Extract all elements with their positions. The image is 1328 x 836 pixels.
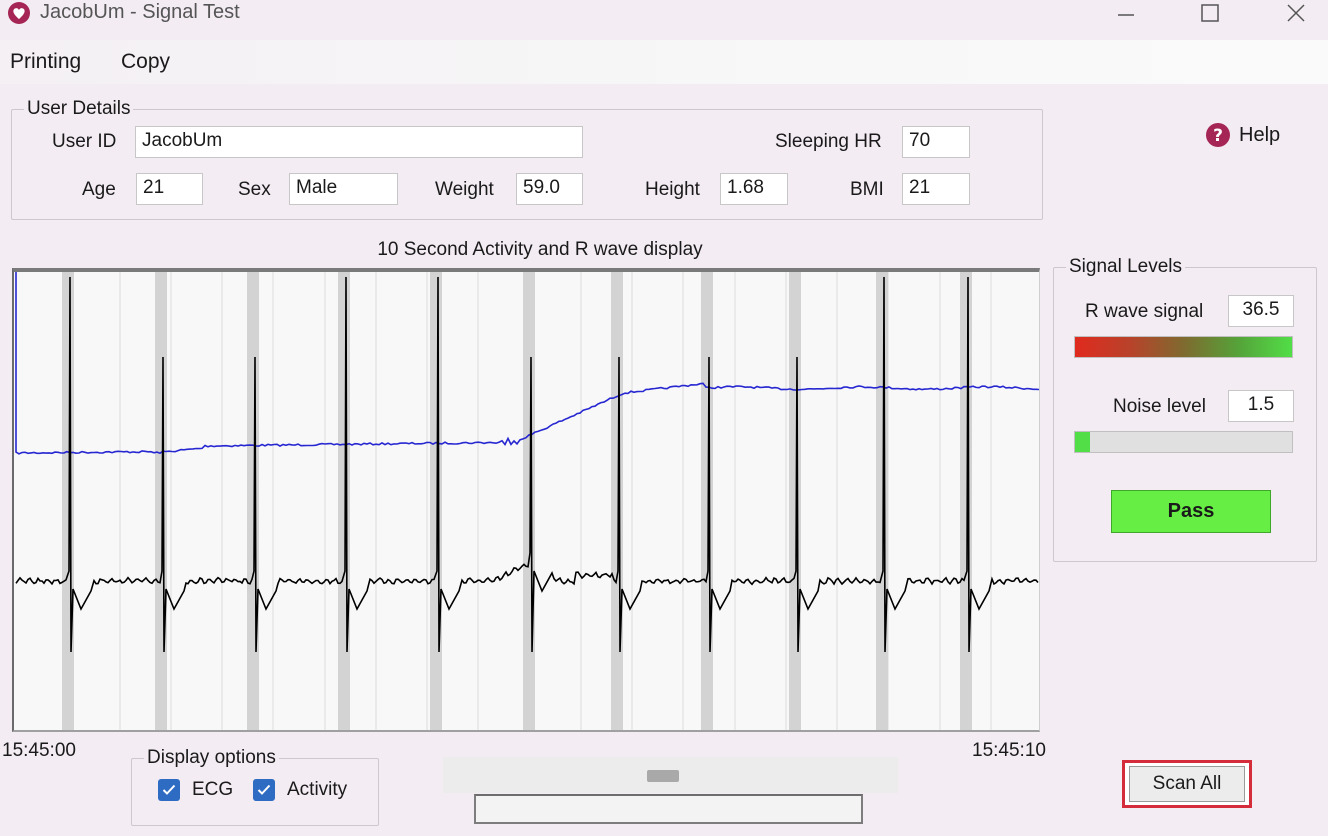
svg-text:?: ?: [1213, 126, 1223, 146]
window-title: JacobUm - Signal Test: [40, 1, 240, 23]
progress-box: [474, 794, 863, 824]
chart-plot: [15, 272, 1039, 730]
user-id-label: User ID: [52, 131, 117, 152]
user-details-legend: User Details: [27, 98, 131, 119]
heart-app-icon: [8, 2, 30, 24]
age-label: Age: [82, 179, 116, 200]
minimize-button[interactable]: [1096, 0, 1156, 26]
ecg-checkbox[interactable]: ECG: [158, 779, 233, 801]
title-bar: JacobUm - Signal Test: [0, 0, 1328, 26]
maximize-button[interactable]: [1180, 0, 1240, 26]
close-button[interactable]: [1266, 0, 1326, 26]
bmi-label: BMI: [850, 179, 884, 200]
menu-bar: [0, 40, 1328, 84]
r-wave-marker: [523, 272, 535, 730]
noise-label: Noise level: [1113, 396, 1206, 417]
ecg-label: ECG: [192, 779, 234, 800]
scan-all-button[interactable]: Scan All: [1129, 766, 1245, 802]
chart-end-time: 15:45:10: [972, 740, 1046, 761]
r-wave-marker: [430, 272, 442, 730]
r-wave-marker: [876, 272, 888, 730]
checkbox-checked-icon: [158, 779, 180, 801]
r-wave-marker: [338, 272, 350, 730]
sleeping-hr-field[interactable]: 70: [902, 126, 970, 158]
signal-levels-legend: Signal Levels: [1069, 256, 1183, 277]
r-wave-marker: [960, 272, 972, 730]
help-label: Help: [1239, 123, 1281, 146]
r-wave-label: R wave signal: [1085, 301, 1204, 322]
r-wave-marker: [611, 272, 623, 730]
menu-printing[interactable]: Printing: [10, 50, 81, 74]
scan-all-highlight: Scan All: [1122, 760, 1252, 808]
chart-start-time: 15:45:00: [2, 740, 76, 761]
noise-bar-fill: [1075, 432, 1091, 452]
age-field[interactable]: 21: [136, 173, 203, 205]
r-wave-bar: [1074, 336, 1293, 358]
height-field[interactable]: 1.68: [720, 173, 788, 205]
r-wave-marker: [155, 272, 167, 730]
pass-indicator: Pass: [1111, 490, 1271, 533]
r-wave-marker: [701, 272, 713, 730]
r-wave-bar-fill: [1075, 337, 1292, 357]
close-icon: [1287, 4, 1305, 22]
minimize-icon: [1118, 14, 1134, 16]
height-label: Height: [645, 179, 700, 200]
r-wave-value: 36.5: [1228, 295, 1294, 327]
r-wave-marker: [789, 272, 801, 730]
menu-copy[interactable]: Copy: [121, 50, 170, 74]
r-wave-marker: [62, 272, 74, 730]
display-options-legend: Display options: [147, 747, 276, 768]
sleeping-hr-label: Sleeping HR: [775, 131, 882, 152]
chart-title: 10 Second Activity and R wave display: [377, 239, 703, 260]
user-id-field[interactable]: JacobUm: [135, 126, 583, 158]
weight-label: Weight: [435, 179, 494, 200]
r-wave-marker: [247, 272, 259, 730]
sex-label: Sex: [238, 179, 271, 200]
help-button[interactable]: ? Help: [1205, 122, 1280, 148]
question-mark-icon: ?: [1206, 123, 1230, 147]
activity-checkbox[interactable]: Activity: [253, 779, 347, 801]
activity-label: Activity: [287, 779, 348, 800]
time-scroll-thumb[interactable]: [647, 770, 679, 782]
noise-value: 1.5: [1228, 390, 1294, 422]
checkbox-checked-icon: [253, 779, 275, 801]
maximize-icon: [1201, 4, 1219, 22]
noise-bar: [1074, 431, 1293, 453]
weight-field[interactable]: 59.0: [516, 173, 583, 205]
sex-field[interactable]: Male: [289, 173, 398, 205]
signal-chart: [12, 268, 1040, 732]
bmi-field[interactable]: 21: [902, 173, 970, 205]
